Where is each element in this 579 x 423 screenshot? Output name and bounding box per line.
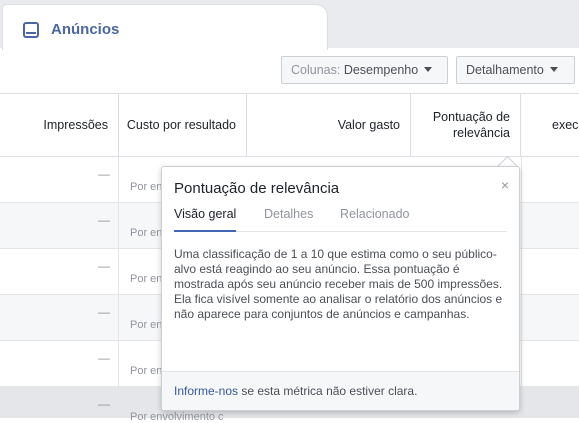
feedback-link[interactable]: Informe-nos: [174, 384, 238, 398]
breakdown-dropdown[interactable]: Detalhamento: [456, 56, 575, 84]
tab-overview[interactable]: Visão geral: [174, 207, 237, 232]
cost-result-label: Por en: [130, 273, 163, 285]
cost-result-label: Por en: [130, 365, 163, 377]
tab-details[interactable]: Detalhes: [264, 207, 313, 230]
impressions-value: —: [98, 305, 110, 319]
column-header-exec[interactable]: exec: [521, 94, 579, 156]
footer-text: Informe-nos se esta métrica não estiver …: [174, 384, 417, 398]
popover-description: Uma classificação de 1 a 10 que estima c…: [174, 247, 503, 321]
impressions-value: —: [98, 167, 110, 181]
cost-result-label: Por envolvimento c: [130, 411, 224, 423]
chevron-down-icon: [549, 67, 558, 73]
popover-footer: Informe-nos se esta métrica não estiver …: [162, 371, 519, 410]
table-header: Impressões Custo por resultado Valor gas…: [0, 93, 579, 157]
ad-icon: [23, 22, 39, 38]
columns-value: Desempenho: [343, 63, 419, 77]
breakdown-label: Detalhamento: [466, 63, 544, 77]
cost-result-label: Por en: [130, 181, 163, 193]
column-divider: [521, 157, 522, 418]
close-icon[interactable]: ×: [501, 177, 509, 193]
cost-result-label: Por en: [130, 319, 163, 331]
cost-result-label: Por en: [130, 227, 163, 239]
impressions-value: —: [98, 351, 110, 365]
chevron-down-icon: [424, 67, 433, 73]
columns-label: Colunas:: [291, 63, 341, 77]
impressions-value: —: [98, 213, 110, 227]
tab-related[interactable]: Relacionado: [340, 207, 410, 230]
column-header-impressions[interactable]: Impressões: [0, 94, 119, 156]
column-header-cost-per-result[interactable]: Custo por resultado: [119, 94, 247, 156]
columns-dropdown[interactable]: Colunas: Desempenho: [281, 56, 448, 84]
popover-tabs: Visão geral Detalhes Relacionado: [174, 207, 507, 232]
footer-suffix: se esta métrica não estiver clara.: [238, 384, 418, 398]
column-divider: [118, 157, 119, 418]
relevance-popover: Pontuação de relevância × Visão geral De…: [161, 166, 520, 411]
popover-title: Pontuação de relevância: [174, 180, 340, 197]
column-header-amount-spent[interactable]: Valor gasto: [247, 94, 411, 156]
impressions-value: —: [98, 397, 110, 411]
column-header-relevance-score[interactable]: Pontuação de relevância: [411, 94, 521, 156]
impressions-value: —: [98, 259, 110, 273]
tab-anuncios[interactable]: Anúncios: [2, 4, 328, 50]
tab-title: Anúncios: [51, 21, 120, 38]
